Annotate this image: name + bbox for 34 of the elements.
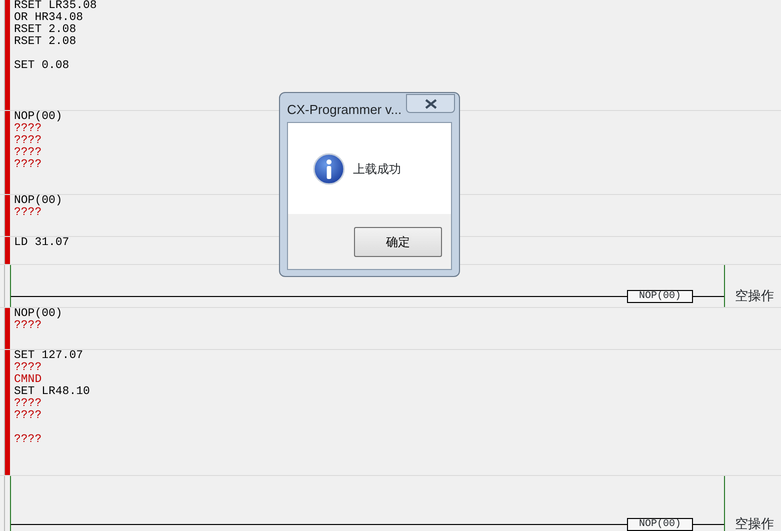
instruction-line: ???? bbox=[14, 147, 43, 159]
instruction-line: CMND bbox=[14, 374, 43, 386]
instruction-line: SET 127.07 bbox=[14, 350, 84, 362]
close-icon bbox=[424, 98, 436, 108]
close-button[interactable] bbox=[406, 94, 455, 113]
ok-button[interactable]: 确定 bbox=[354, 226, 442, 256]
dialog-title: CX-Programmer v... bbox=[287, 101, 403, 119]
rung-comment: 空操作 bbox=[734, 514, 775, 531]
instruction-line: ???? bbox=[14, 159, 43, 171]
instruction-box: NOP(00) bbox=[627, 290, 693, 303]
instruction-line: RSET LR35.08 bbox=[14, 0, 97, 12]
instruction-line: ???? bbox=[14, 410, 43, 422]
instruction-line: ???? bbox=[14, 123, 43, 135]
instruction-line: RSET 2.08 bbox=[14, 24, 78, 36]
instruction-line: OR HR34.08 bbox=[14, 12, 84, 24]
instruction-line: ???? bbox=[14, 398, 43, 410]
instruction-box: NOP(00) bbox=[627, 518, 693, 531]
instruction-line: NOP(00) bbox=[14, 308, 62, 320]
rung-wire bbox=[693, 524, 724, 525]
instruction-line: ???? bbox=[14, 135, 43, 147]
instruction-line: NOP(00) bbox=[14, 111, 62, 123]
instruction-line: ???? bbox=[14, 432, 43, 446]
instruction-line: ???? bbox=[14, 362, 43, 374]
dialog-message: 上载成功 bbox=[353, 160, 401, 178]
rung-comment: 空操作 bbox=[734, 286, 775, 304]
info-icon bbox=[313, 152, 345, 184]
instruction-line: NOP(00) bbox=[14, 195, 62, 207]
rung-wire bbox=[693, 296, 724, 297]
instruction-line: SET LR48.10 bbox=[14, 386, 90, 398]
instruction-line: ???? bbox=[14, 207, 43, 219]
instruction-line: ???? bbox=[14, 320, 43, 332]
instruction-line: SET 0.08 bbox=[14, 58, 70, 72]
instruction-line: LD 31.07 bbox=[14, 237, 70, 249]
instruction-line: RSET 2.08 bbox=[14, 36, 78, 48]
